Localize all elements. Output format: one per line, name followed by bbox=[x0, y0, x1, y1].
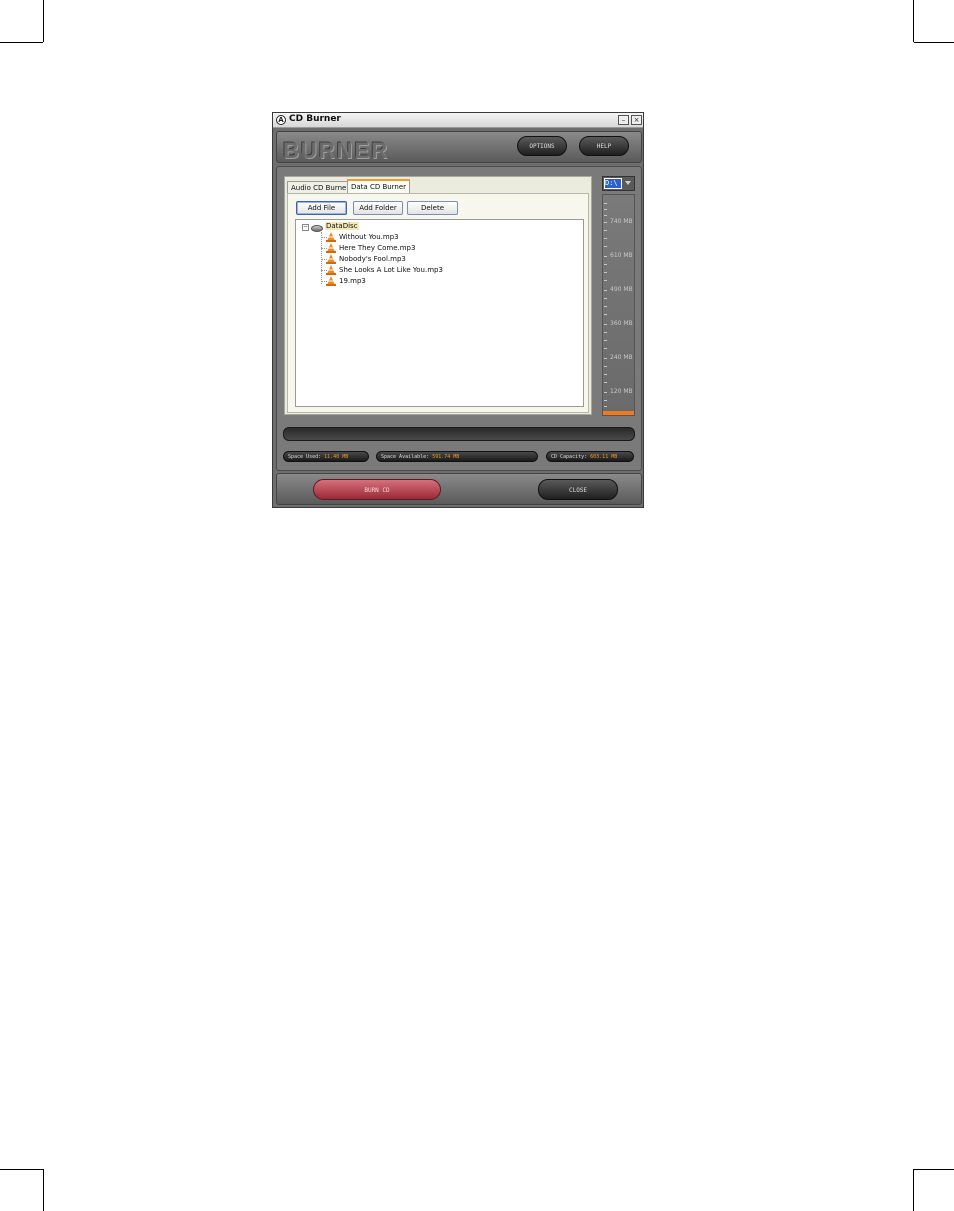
meter-tick-label: 490 MB bbox=[610, 286, 633, 293]
meter-tick bbox=[604, 290, 607, 291]
capacity-meter: 740 MB 610 MB 490 MB 360 MB 240 MB 120 M… bbox=[602, 194, 635, 416]
meter-tick bbox=[604, 280, 607, 281]
meter-tick bbox=[604, 400, 607, 401]
meter-tick bbox=[604, 246, 607, 247]
meter-tick bbox=[604, 348, 607, 349]
tree-file-item[interactable]: Nobody's Fool.mp3 bbox=[339, 255, 406, 263]
space-used-value: 11.40 MB bbox=[324, 454, 349, 460]
space-available-label: Space Available: bbox=[381, 454, 430, 460]
meter-tick bbox=[604, 366, 607, 367]
tree-file-item[interactable]: She Looks A Lot Like You.mp3 bbox=[339, 266, 443, 274]
meter-tick bbox=[604, 272, 607, 273]
close-button[interactable]: CLOSE bbox=[538, 479, 618, 500]
crop-mark bbox=[914, 42, 954, 43]
crop-mark bbox=[0, 42, 43, 43]
window-title: CD Burner bbox=[289, 114, 341, 124]
meter-tick bbox=[604, 256, 607, 257]
crop-mark bbox=[913, 0, 914, 42]
burn-cd-button[interactable]: BURN CD bbox=[313, 479, 441, 500]
file-tree[interactable]: − DataDisc Without You.mp3 Here They Com… bbox=[295, 219, 584, 407]
vlc-file-icon bbox=[326, 276, 336, 286]
drive-value: D:\ bbox=[604, 178, 622, 189]
add-folder-button[interactable]: Add Folder bbox=[353, 201, 403, 215]
burner-logo: BURNER bbox=[283, 138, 390, 163]
meter-tick-label: 360 MB bbox=[610, 320, 633, 327]
meter-tick bbox=[604, 222, 607, 223]
tree-file-item[interactable]: 19.mp3 bbox=[339, 277, 366, 285]
space-used-status: Space Used: 11.40 MB bbox=[283, 451, 369, 462]
meter-tick bbox=[604, 314, 607, 315]
vlc-file-icon bbox=[326, 243, 336, 253]
disc-icon bbox=[311, 225, 323, 232]
crop-mark bbox=[43, 0, 44, 42]
meter-tick-label: 740 MB bbox=[610, 218, 633, 225]
delete-button[interactable]: Delete bbox=[407, 201, 458, 215]
meter-tick bbox=[604, 203, 607, 204]
meter-tick bbox=[604, 298, 607, 299]
tree-file-item[interactable]: Without You.mp3 bbox=[339, 233, 399, 241]
meter-tick bbox=[604, 382, 607, 383]
close-window-button[interactable]: × bbox=[631, 115, 642, 125]
meter-tick-label: 240 MB bbox=[610, 354, 633, 361]
space-available-value: 591.74 MB bbox=[432, 454, 460, 460]
cd-capacity-status: CD Capacity: 603.11 MB bbox=[546, 451, 634, 462]
meter-tick bbox=[604, 340, 607, 341]
progress-bar bbox=[283, 427, 635, 441]
meter-tick bbox=[604, 230, 607, 231]
meter-tick bbox=[604, 264, 607, 265]
tree-root-datadisc[interactable]: DataDisc bbox=[325, 222, 359, 230]
tree-connector bbox=[321, 232, 322, 284]
help-button[interactable]: HELP bbox=[579, 136, 629, 156]
meter-tick bbox=[604, 374, 607, 375]
drive-select[interactable]: D:\ bbox=[602, 176, 635, 191]
tree-file-item[interactable]: Here They Come.mp3 bbox=[339, 244, 415, 252]
meter-tick-label: 610 MB bbox=[610, 252, 633, 259]
crop-mark bbox=[43, 1169, 44, 1211]
space-used-label: Space Used: bbox=[288, 454, 322, 460]
cd-burner-window: A CD Burner – × BURNER OPTIONS HELP Audi… bbox=[272, 112, 644, 508]
meter-tick bbox=[604, 215, 607, 216]
vlc-file-icon bbox=[326, 232, 336, 242]
cd-capacity-value: 603.11 MB bbox=[590, 454, 618, 460]
meter-tick bbox=[604, 332, 607, 333]
meter-tick bbox=[604, 238, 607, 239]
app-icon: A bbox=[276, 115, 286, 125]
minimize-button[interactable]: – bbox=[618, 115, 629, 125]
options-button[interactable]: OPTIONS bbox=[517, 136, 567, 156]
crop-mark bbox=[913, 1169, 914, 1211]
meter-tick-label: 120 MB bbox=[610, 388, 633, 395]
cd-capacity-label: CD Capacity: bbox=[551, 454, 588, 460]
chevron-down-icon[interactable] bbox=[625, 181, 631, 185]
meter-tick bbox=[604, 306, 607, 307]
meter-tick bbox=[604, 324, 607, 325]
vlc-file-icon bbox=[326, 265, 336, 275]
collapse-icon[interactable]: − bbox=[302, 224, 309, 231]
title-bar[interactable]: A CD Burner – × bbox=[273, 113, 643, 128]
meter-tick bbox=[604, 392, 607, 393]
meter-tick bbox=[604, 209, 607, 210]
space-available-status: Space Available: 591.74 MB bbox=[376, 451, 538, 462]
meter-tick bbox=[604, 358, 607, 359]
add-file-button[interactable]: Add File bbox=[296, 201, 347, 215]
vlc-file-icon bbox=[326, 254, 336, 264]
crop-mark bbox=[0, 1169, 43, 1170]
meter-tick bbox=[604, 406, 607, 407]
meter-fill bbox=[603, 411, 634, 415]
crop-mark bbox=[914, 1169, 954, 1170]
